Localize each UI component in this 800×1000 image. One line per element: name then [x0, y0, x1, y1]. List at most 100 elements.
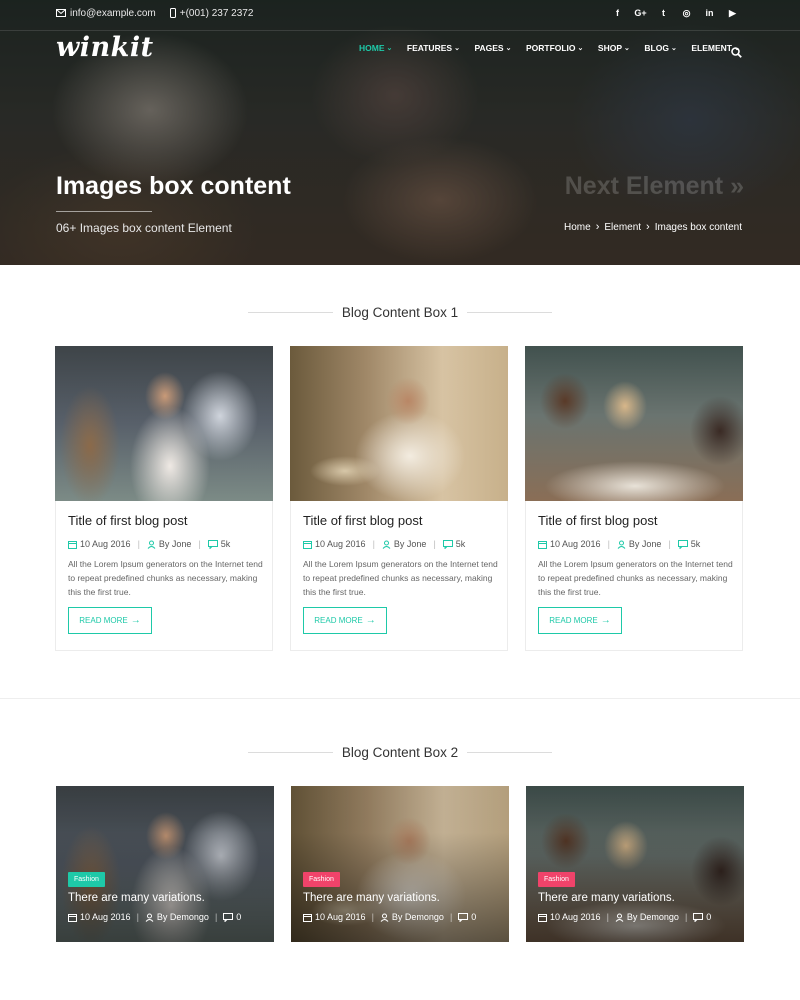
section-heading-1: Blog Content Box 1 [0, 305, 800, 320]
chevron-down-icon: ⌄ [577, 45, 584, 52]
comment-icon [223, 912, 234, 922]
topbar-phone-text: +(001) 237 2372 [179, 7, 254, 19]
post-comments[interactable]: 5k [221, 539, 231, 549]
twitter-icon[interactable]: t [652, 6, 675, 20]
meta-separator: | [668, 539, 671, 549]
post-author[interactable]: By Demongo [157, 912, 209, 922]
image-box-card[interactable]: Fashion There are many variations. 10 Au… [291, 786, 509, 942]
calendar-icon [538, 913, 547, 922]
post-comments[interactable]: 0 [471, 912, 476, 922]
meta-separator: | [606, 912, 609, 922]
post-date: 10 Aug 2016 [80, 539, 131, 549]
main-nav: HOME ⌄ FEATURES ⌄ PAGES ⌄ PORTFOLIO ⌄ SHOP ⌄ … [359, 43, 754, 53]
topbar-phone[interactable]: +(001) 237 2372 [169, 7, 254, 19]
post-comments[interactable]: 5k [456, 539, 466, 549]
blog-card-meta: 10 Aug 2016 | By Jone | 5k [68, 539, 230, 549]
meta-separator: | [371, 912, 374, 922]
image-box-card[interactable]: Fashion There are many variations. 10 Au… [56, 786, 274, 942]
blog-card-image[interactable] [290, 346, 508, 501]
image-box-title[interactable]: There are many variations. [68, 892, 205, 904]
blog-card-image[interactable] [55, 346, 273, 501]
post-date: 10 Aug 2016 [315, 912, 366, 922]
facebook-icon[interactable]: f [606, 6, 629, 20]
image-box-title[interactable]: There are many variations. [303, 892, 440, 904]
heading-rule [467, 752, 553, 753]
chevron-down-icon: ⌄ [386, 45, 393, 52]
user-icon [382, 540, 391, 549]
linkedin-icon[interactable]: in [698, 6, 721, 20]
meta-separator: | [136, 912, 139, 922]
comment-icon [458, 912, 469, 922]
user-icon [147, 540, 156, 549]
calendar-icon [68, 913, 77, 922]
read-more-button[interactable]: READ MORE → [68, 607, 152, 634]
next-element-link[interactable]: Next Element » [565, 172, 744, 201]
nav-item-features[interactable]: FEATURES ⌄ [407, 43, 460, 53]
blog-card-image[interactable] [525, 346, 743, 501]
post-author[interactable]: By Jone [159, 539, 192, 549]
nav-item-blog[interactable]: BLOG ⌄ [644, 43, 676, 53]
search-icon[interactable] [731, 43, 742, 62]
post-comments[interactable]: 0 [236, 912, 241, 922]
calendar-icon [538, 540, 547, 549]
breadcrumb-current: Images box content [654, 221, 742, 233]
chevron-down-icon: ⌄ [670, 45, 677, 52]
arrow-right-icon: → [130, 615, 141, 626]
post-author[interactable]: By Demongo [392, 912, 444, 922]
youtube-icon[interactable]: ▶ [721, 6, 744, 20]
topbar-email-text: info@example.com [70, 7, 156, 19]
blog-card-title[interactable]: Title of first blog post [68, 513, 187, 528]
meta-separator: | [137, 539, 140, 549]
nav-item-pages[interactable]: PAGES ⌄ [474, 43, 511, 53]
post-author[interactable]: By Jone [394, 539, 427, 549]
read-more-button[interactable]: READ MORE → [538, 607, 622, 634]
blog-card-excerpt: All the Lorem Ipsum generators on the In… [68, 559, 263, 597]
category-badge[interactable]: Fashion [538, 872, 575, 887]
chevron-right-icon: › [595, 221, 600, 233]
nav-item-home[interactable]: HOME ⌄ [359, 43, 392, 53]
post-author[interactable]: By Jone [629, 539, 662, 549]
nav-item-shop[interactable]: SHOP ⌄ [598, 43, 630, 53]
section-heading-2: Blog Content Box 2 [0, 745, 800, 760]
blog-card: Title of first blog post 10 Aug 2016 | B… [290, 346, 508, 651]
blog-card-title[interactable]: Title of first blog post [303, 513, 422, 528]
phone-icon [169, 8, 176, 18]
breadcrumb: Home › Element › Images box content [564, 221, 742, 233]
instagram-icon[interactable]: ◎ [675, 6, 698, 20]
user-icon [145, 913, 154, 922]
chevron-right-icon: › [646, 221, 650, 233]
post-date: 10 Aug 2016 [80, 912, 131, 922]
image-box-card[interactable]: Fashion There are many variations. 10 Au… [526, 786, 744, 942]
comment-icon [693, 912, 704, 922]
breadcrumb-element[interactable]: Element [604, 222, 641, 233]
post-date: 10 Aug 2016 [315, 539, 366, 549]
topbar-email[interactable]: info@example.com [56, 8, 156, 19]
page-title: Images box content [56, 172, 291, 200]
image-box-meta: 10 Aug 2016 | By Demongo | 0 [68, 912, 241, 922]
read-more-button[interactable]: READ MORE → [303, 607, 387, 634]
post-comments[interactable]: 5k [691, 539, 701, 549]
meta-separator: | [214, 912, 218, 922]
post-author[interactable]: By Demongo [627, 912, 679, 922]
blog-card-title[interactable]: Title of first blog post [538, 513, 657, 528]
chevron-down-icon: ⌄ [624, 45, 630, 52]
arrow-right-icon: → [365, 615, 376, 626]
blog-card-meta: 10 Aug 2016 | By Jone | 5k [303, 539, 465, 549]
site-logo[interactable]: winkit [56, 32, 154, 63]
google-plus-icon[interactable]: G+ [629, 6, 652, 20]
meta-separator: | [372, 539, 375, 549]
blog-card-excerpt: All the Lorem Ipsum generators on the In… [538, 559, 733, 597]
hero-banner: info@example.com +(001) 237 2372 f G+ t … [0, 0, 800, 265]
heading-rule [247, 312, 333, 313]
breadcrumb-home[interactable]: Home [564, 222, 591, 233]
post-comments[interactable]: 0 [706, 912, 711, 922]
blog-card-meta: 10 Aug 2016 | By Jone | 5k [538, 539, 700, 549]
category-badge[interactable]: Fashion [303, 872, 340, 887]
user-icon [380, 913, 389, 922]
post-date: 10 Aug 2016 [550, 539, 601, 549]
meta-separator: | [198, 539, 201, 549]
category-badge[interactable]: Fashion [68, 872, 105, 887]
meta-separator: | [433, 539, 436, 549]
nav-item-portfolio[interactable]: PORTFOLIO ⌄ [526, 43, 583, 53]
image-box-title[interactable]: There are many variations. [538, 892, 675, 904]
